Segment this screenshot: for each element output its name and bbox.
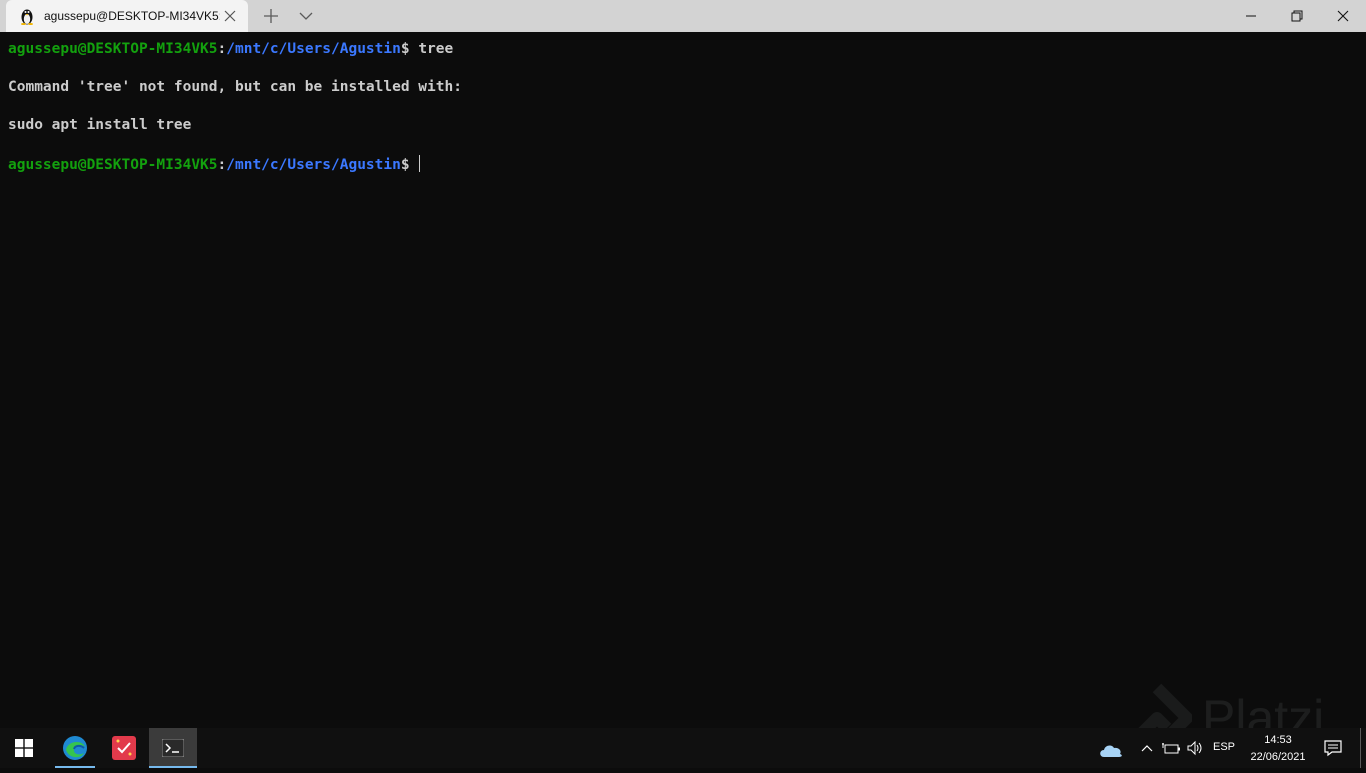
- edge-icon: [63, 736, 87, 760]
- prompt-user: agussepu@DESKTOP-MI34VK5: [8, 41, 218, 57]
- chevron-down-icon[interactable]: [298, 7, 314, 25]
- prompt-path: /mnt/c/Users/Agustin: [226, 157, 401, 173]
- taskbar-clock[interactable]: 14:53 22/06/2021: [1244, 732, 1312, 766]
- minimize-button[interactable]: [1228, 0, 1274, 32]
- taskbar: ESP 14:53 22/06/2021: [0, 728, 1366, 768]
- terminal-output[interactable]: agussepu@DESKTOP-MI34VK5:/mnt/c/Users/Ag…: [0, 32, 1366, 728]
- clock-date: 22/06/2021: [1250, 751, 1306, 763]
- restore-icon: [1291, 10, 1303, 22]
- prompt-separator: :: [217, 41, 227, 57]
- terminal-tab[interactable]: agussepu@DESKTOP-MI34VK5:: [6, 0, 248, 32]
- chevron-up-icon[interactable]: [1140, 738, 1154, 758]
- microsoft-todo-icon: [112, 736, 136, 760]
- title-bar: agussepu@DESKTOP-MI34VK5:: [0, 0, 1366, 32]
- volume-icon[interactable]: [1185, 738, 1205, 758]
- taskbar-terminal[interactable]: [149, 728, 197, 768]
- prompt-path: /mnt/c/Users/Agustin: [226, 41, 401, 57]
- new-tab-plus-icon[interactable]: [262, 7, 280, 25]
- terminal-line: agussepu@DESKTOP-MI34VK5:/mnt/c/Users/Ag…: [8, 155, 421, 173]
- show-desktop-button[interactable]: [1360, 728, 1361, 768]
- minimize-icon: [1246, 15, 1256, 17]
- command-text: tree: [418, 41, 454, 57]
- terminal-line: Command 'tree' not found, but can be ins…: [8, 79, 462, 95]
- text-cursor: [418, 155, 421, 172]
- terminal-line: agussepu@DESKTOP-MI34VK5:/mnt/c/Users/Ag…: [8, 41, 453, 57]
- terminal-line: sudo apt install tree: [8, 117, 192, 133]
- prompt-symbol: $: [400, 41, 419, 57]
- taskbar-edge[interactable]: [51, 728, 99, 768]
- close-icon: [1337, 10, 1349, 22]
- tab-title: agussepu@DESKTOP-MI34VK5:: [44, 9, 220, 23]
- windows-terminal-icon: [162, 739, 184, 757]
- input-language[interactable]: ESP: [1210, 741, 1238, 753]
- linux-penguin-icon: [21, 9, 33, 25]
- taskbar-todo[interactable]: [100, 728, 148, 768]
- battery-icon[interactable]: [1161, 738, 1181, 758]
- restore-button[interactable]: [1274, 0, 1320, 32]
- close-window-button[interactable]: [1320, 0, 1366, 32]
- prompt-separator: :: [217, 157, 227, 173]
- notifications-icon[interactable]: [1323, 738, 1343, 758]
- close-tab-icon[interactable]: [222, 8, 238, 24]
- start-button[interactable]: [0, 728, 48, 768]
- clock-time: 14:53: [1264, 734, 1292, 746]
- prompt-user: agussepu@DESKTOP-MI34VK5: [8, 157, 218, 173]
- windows-logo-icon: [15, 739, 33, 757]
- prompt-symbol: $: [400, 157, 410, 173]
- onedrive-cloud-icon[interactable]: [1098, 740, 1124, 760]
